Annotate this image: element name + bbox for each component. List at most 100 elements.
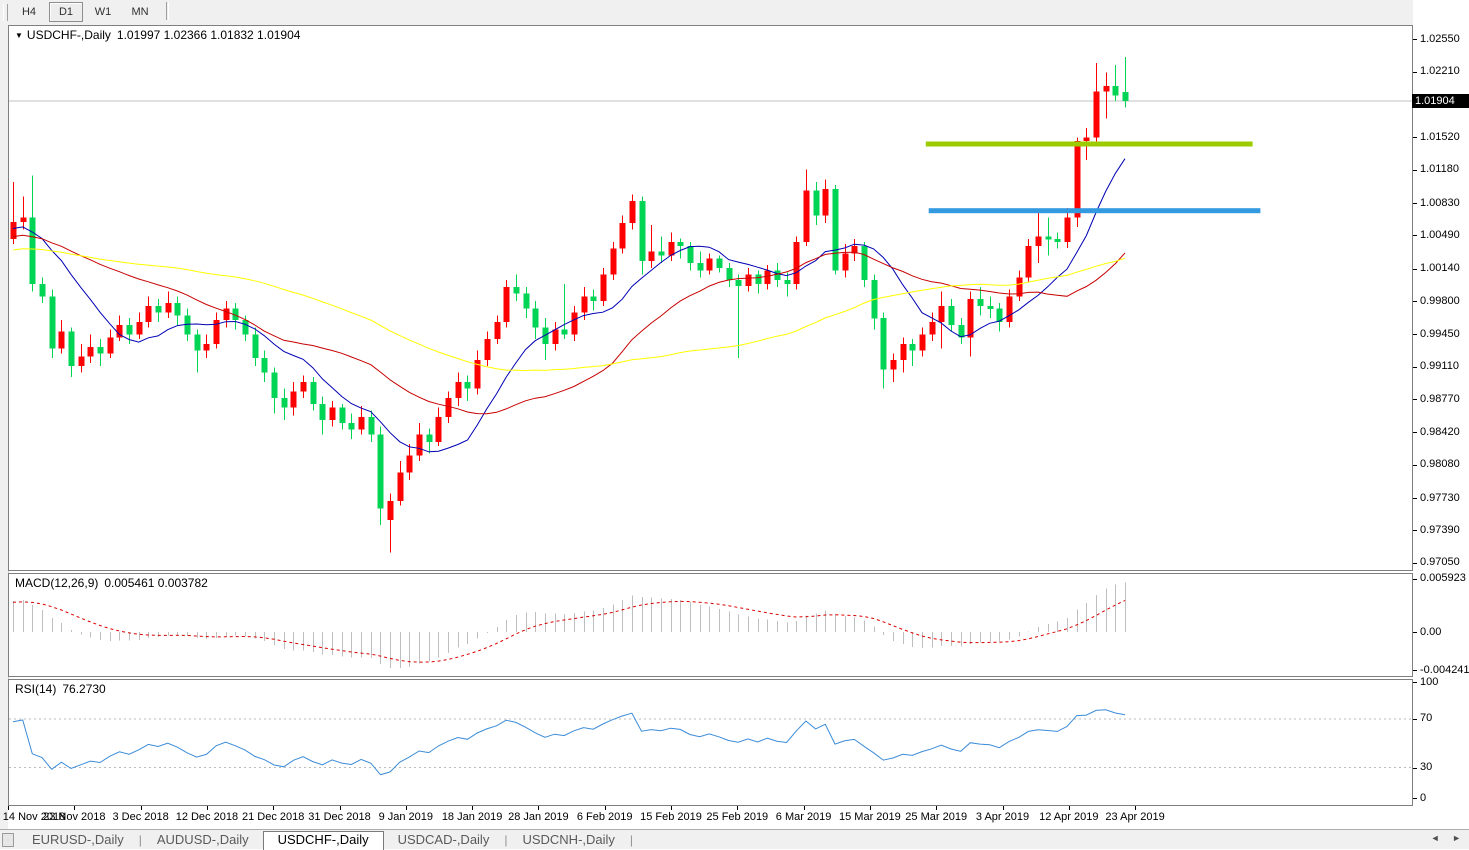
moving-average-medium [13,235,1125,413]
price-axis-label: 1.02210 [1420,65,1460,78]
time-axis-tick [870,806,871,810]
timeframe-button-d1[interactable]: D1 [49,2,83,22]
time-axis-tick [273,806,274,810]
candle-body [765,271,771,284]
candle-body [659,252,665,256]
price-axis-label-tick [1413,301,1417,302]
candle-body [524,294,530,309]
candle-body [59,332,65,349]
candle-body [988,306,994,309]
chart-tab-audusd[interactable]: AUDUSD-,Daily [143,832,263,849]
candle-body [446,398,452,417]
chart-title: ▼ USDCHF-,Daily 1.01997 1.02366 1.01832 1.… [15,28,300,42]
price-axis-label-tick [1413,170,1417,171]
candle-body [920,334,926,350]
time-axis-tick [472,806,473,810]
candle-body [127,325,133,335]
price-axis-label: 1.00490 [1420,229,1460,242]
timeframe-button-w1[interactable]: W1 [86,2,120,22]
candle-body [620,223,626,249]
price-chart-canvas[interactable] [9,26,1412,570]
macd-canvas[interactable] [9,574,1412,676]
candle-body [562,330,568,335]
chart-tab-eurusd[interactable]: EURUSD-,Daily [18,832,138,849]
candle-body [146,306,152,322]
timeframe-toolbar: H4D1W1MN [0,0,1469,26]
time-axis-tick [340,806,341,810]
time-axis-label: 18 Jan 2019 [442,811,503,823]
candle-body [823,189,829,216]
tab-scroll-left-icon[interactable]: ◄ [1431,833,1440,843]
time-axis-label: 25 Mar 2019 [905,811,967,823]
time-axis-tick [207,806,208,810]
candle-body [649,252,655,262]
price-axis-label-tick [1413,367,1417,368]
price-axis-label: 0.97730 [1420,492,1460,505]
chart-symbol-label: USDCHF-,Daily [27,28,111,42]
price-axis-label: 1.00140 [1420,262,1460,275]
candle-body [611,249,617,275]
candle-body [166,303,172,313]
candle-body [1104,86,1110,92]
candle-body [1123,92,1129,101]
price-axis-label-tick [1413,563,1417,564]
timeframe-button-mn[interactable]: MN [123,2,157,22]
timeframe-button-h4[interactable]: H4 [12,2,46,22]
candle-body [591,296,597,301]
candle-body [436,417,442,442]
tab-scroll-right-icon[interactable]: ► [1452,833,1461,843]
time-axis-label: 25 Feb 2019 [706,811,768,823]
price-axis-label: 0.98770 [1420,393,1460,406]
candle-body [504,287,510,322]
tab-bar-corner[interactable] [2,833,14,847]
chart-ohlc-values: 1.01997 1.02366 1.01832 1.01904 [117,28,301,42]
price-axis: 1.01904 1.025501.022101.018601.015201.01… [1413,0,1469,848]
support-line[interactable] [929,208,1261,213]
price-axis-label-tick [1413,235,1417,236]
time-axis-label: 3 Dec 2018 [112,811,168,823]
candle-body [949,306,955,325]
time-axis-tick [538,806,539,810]
toolbar-grip[interactable] [3,4,8,21]
candle-body [939,306,945,322]
macd-axis-label-tick [1413,670,1417,671]
time-axis-label: 21 Dec 2018 [242,811,304,823]
rsi-panel: RSI(14)76.2730 [8,679,1413,806]
chart-tab-usdchf[interactable]: USDCHF-,Daily [263,831,384,850]
time-axis-label: 12 Apr 2019 [1039,811,1098,823]
candle-body [301,382,307,392]
price-axis-label: 0.97390 [1420,524,1460,537]
candle-body [21,217,27,222]
candle-body [968,299,974,337]
candle-body [1055,239,1061,242]
rsi-axis-label-tick [1413,768,1417,769]
time-axis-tick [737,806,738,810]
price-axis-label-tick [1413,432,1417,433]
chart-tab-bar: EURUSD-,Daily|AUDUSD-,DailyUSDCHF-,Daily… [0,829,1469,849]
time-axis-label: 23 Apr 2019 [1105,811,1164,823]
toolbar-separator [166,2,169,20]
macd-label: MACD(12,26,9) [15,576,98,590]
macd-axis-label-tick [1413,632,1417,633]
rsi-axis-label: 70 [1420,712,1432,725]
candle-body [79,356,85,366]
time-axis-label: 3 Apr 2019 [976,811,1029,823]
candle-body [1026,246,1032,277]
candle-body [582,296,588,312]
chart-tab-usdcnh[interactable]: USDCNH-,Daily [508,832,628,849]
price-axis-label: 0.99450 [1420,328,1460,341]
candle-body [320,404,326,420]
candle-body [272,373,278,399]
candle-body [369,417,375,434]
chart-tab-usdcad[interactable]: USDCAD-,Daily [384,832,504,849]
price-axis-label: 0.98080 [1420,458,1460,471]
candle-body [901,344,907,360]
current-price-tag: 1.01904 [1412,94,1469,108]
chart-collapse-icon[interactable]: ▼ [15,31,23,40]
rsi-axis-label-tick [1413,719,1417,720]
resistance-line[interactable] [926,142,1253,147]
rsi-canvas[interactable] [9,680,1412,805]
candle-body [785,280,791,284]
timeframe-buttons: H4D1W1MN [12,2,175,22]
candle-body [717,258,723,268]
